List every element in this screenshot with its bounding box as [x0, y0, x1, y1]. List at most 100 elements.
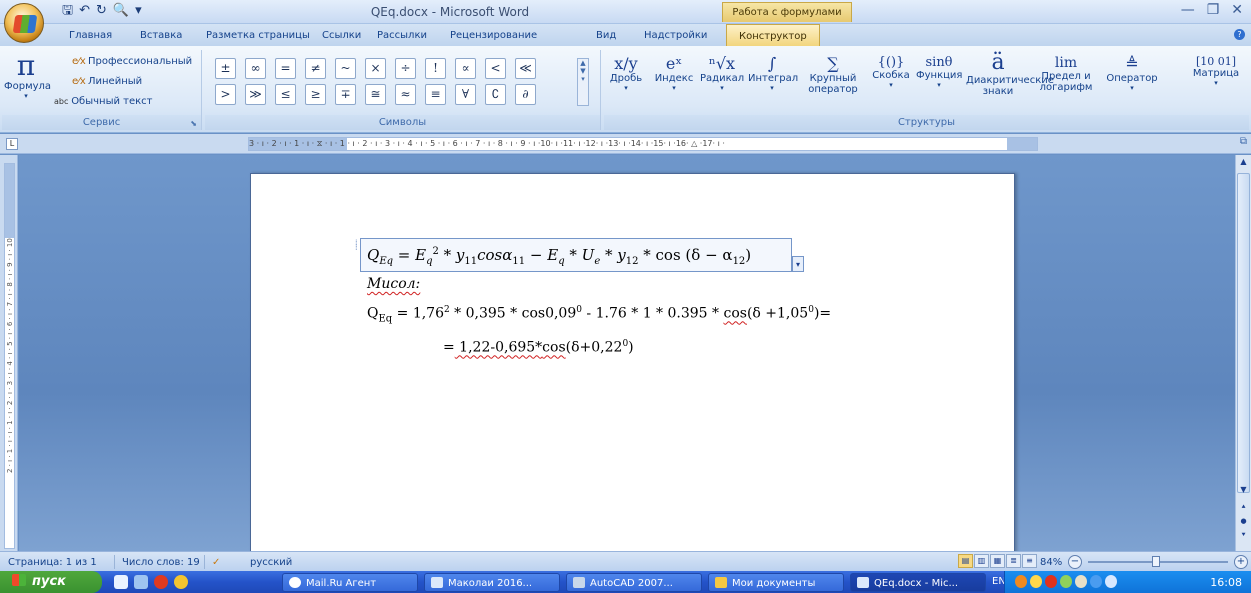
symbol-much-less-than-button[interactable]: ≪: [515, 58, 536, 79]
start-button[interactable]: пуск: [0, 571, 102, 593]
symbol-greater-equal-button[interactable]: ≥: [305, 84, 326, 105]
symbol-infinity-button[interactable]: ∞: [245, 58, 266, 79]
bracket-icon: {()}: [877, 55, 905, 70]
minimize-icon[interactable]: —: [1181, 2, 1195, 18]
symbol-minus-plus-button[interactable]: ∓: [335, 84, 356, 105]
tab-insert[interactable]: Вставка: [140, 30, 182, 41]
draft-icon[interactable]: ≡: [1022, 554, 1037, 568]
normal-text-button[interactable]: abc Обычный текст: [54, 96, 152, 107]
help-icon[interactable]: ?: [1234, 29, 1245, 40]
symbol-approx-button[interactable]: ≈: [395, 84, 416, 105]
zoom-level[interactable]: 84%: [1040, 557, 1062, 568]
operator-button[interactable]: ≜ Оператор ▾: [1104, 56, 1160, 93]
abc-icon: abc: [54, 97, 69, 106]
limit-log-button[interactable]: lim Предел и логарифм: [1036, 56, 1096, 93]
fraction-button[interactable]: x/y Дробь ▾: [608, 56, 644, 93]
symbols-gallery-scroll[interactable]: ▲ ▼ ▾: [577, 58, 589, 106]
symbol-much-greater-than-button[interactable]: ≫: [245, 84, 266, 105]
browser-icon[interactable]: [114, 575, 128, 589]
browse-object-icon[interactable]: ●: [1237, 517, 1250, 529]
close-icon[interactable]: ✕: [1231, 2, 1243, 18]
zoom-slider-thumb[interactable]: [1152, 556, 1160, 567]
radical-button[interactable]: ⁿ√x Радикал ▾: [700, 56, 744, 93]
linear-button[interactable]: e⁄x Линейный: [72, 76, 142, 87]
tab-mailings[interactable]: Рассылки: [377, 30, 427, 41]
symbol-divide-button[interactable]: ÷: [395, 58, 416, 79]
horizontal-ruler[interactable]: 3 · ı · 2 · ı · 1 · ı · ⧖ · ı · 1 · ı · …: [248, 137, 1038, 151]
symbol-plus-minus-button[interactable]: ±: [215, 58, 236, 79]
symbol-complement-button[interactable]: ∁: [485, 84, 506, 105]
matrix-button[interactable]: [10 01] Матрица ▾: [1188, 56, 1244, 87]
symbol-tilde-button[interactable]: ~: [335, 58, 356, 79]
symbol-identical-button[interactable]: ≡: [425, 84, 446, 105]
symbol-proportional-button[interactable]: ∝: [455, 58, 476, 79]
outline-icon[interactable]: ≣: [1006, 554, 1021, 568]
large-operator-button[interactable]: ∑ Крупный оператор: [804, 56, 862, 96]
tab-view[interactable]: Вид: [596, 30, 616, 41]
equation-options-button[interactable]: ▾: [792, 256, 804, 272]
tray-volume-icon[interactable]: [1060, 575, 1072, 588]
office-button[interactable]: [4, 3, 44, 43]
tab-review[interactable]: Рецензирование: [450, 30, 537, 41]
app-icon[interactable]: [174, 575, 188, 589]
next-page-icon[interactable]: ⯆: [1237, 531, 1250, 543]
opera-icon[interactable]: [154, 575, 168, 589]
zoom-in-icon[interactable]: +: [1234, 555, 1248, 569]
vertical-ruler[interactable]: 2 · ı · 1 · ı · ı · 1 · ı · 2 · ı · 3 · …: [0, 155, 18, 551]
tab-page-layout[interactable]: Разметка страницы: [206, 30, 310, 41]
taskbar-item-makolai[interactable]: Маколаи 2016...: [424, 573, 560, 592]
taskbar-item-qeq[interactable]: QEq.docx - Mic...: [850, 573, 986, 592]
tab-addins[interactable]: Надстройки: [644, 30, 707, 41]
symbol-greater-than-button[interactable]: >: [215, 84, 236, 105]
tray-network-icon[interactable]: [1075, 575, 1087, 588]
previous-page-icon[interactable]: ⯅: [1237, 503, 1250, 515]
proofing-icon[interactable]: ✓: [212, 557, 220, 568]
formula-button[interactable]: π Формула ▾: [4, 52, 51, 101]
tab-references[interactable]: Ссылки: [322, 30, 361, 41]
word-count[interactable]: Число слов: 19: [122, 557, 200, 568]
web-layout-icon[interactable]: ▦: [990, 554, 1005, 568]
tray-antivirus-icon[interactable]: [1045, 575, 1057, 588]
vertical-scrollbar[interactable]: ▲ ▼ ⯅ ● ⯆: [1235, 155, 1251, 551]
scroll-thumb[interactable]: [1237, 173, 1250, 493]
restore-icon[interactable]: ❐: [1207, 2, 1220, 18]
symbol-equals-button[interactable]: =: [275, 58, 296, 79]
tab-home[interactable]: Главная: [69, 30, 112, 41]
taskbar-item-my-documents[interactable]: Мои документы: [708, 573, 844, 592]
dialog-launcher-icon[interactable]: ⬊: [190, 119, 197, 128]
taskbar-item-autocad[interactable]: AutoCAD 2007...: [566, 573, 702, 592]
symbol-not-equal-button[interactable]: ≠: [305, 58, 326, 79]
tray-safely-remove-icon[interactable]: [1105, 575, 1117, 588]
symbol-congruent-button[interactable]: ≅: [365, 84, 386, 105]
document-page[interactable]: ⁞ ⁞ QEq = Eq2 * y11cosα11 − Eq * Ue * y12…: [250, 173, 1015, 553]
symbol-less-than-button[interactable]: <: [485, 58, 506, 79]
ribbon-tabs: Главная Вставка Разметка страницы Ссылки…: [0, 24, 1251, 46]
full-screen-reading-icon[interactable]: ▥: [974, 554, 989, 568]
symbol-times-button[interactable]: ×: [365, 58, 386, 79]
tab-selector-button[interactable]: L: [6, 138, 18, 150]
zoom-out-icon[interactable]: −: [1068, 555, 1082, 569]
tray-app-icon[interactable]: [1015, 575, 1027, 588]
tray-messenger-icon[interactable]: [1030, 575, 1042, 588]
taskbar-item-mailru[interactable]: Mail.Ru Агент: [282, 573, 418, 592]
integral-button[interactable]: ∫ Интеграл ▾: [748, 56, 798, 93]
language-indicator[interactable]: русский: [250, 557, 292, 568]
symbol-partial-button[interactable]: ∂: [515, 84, 536, 105]
tray-update-icon[interactable]: [1090, 575, 1102, 588]
equation-box[interactable]: QEq = Eq2 * y11cosα11 − Eq * Ue * y12 * …: [360, 238, 792, 272]
symbol-less-equal-button[interactable]: ≤: [275, 84, 296, 105]
symbol-for-all-button[interactable]: ∀: [455, 84, 476, 105]
function-button[interactable]: sinθ Функция ▾: [916, 56, 962, 89]
print-layout-icon[interactable]: ▤: [958, 554, 973, 568]
page-count[interactable]: Страница: 1 из 1: [8, 557, 97, 568]
professional-button[interactable]: e⁄x Профессиональный: [72, 56, 192, 67]
tab-design[interactable]: Конструктор: [726, 24, 820, 46]
view-ruler-icon[interactable]: ⧉: [1240, 136, 1247, 147]
accent-button[interactable]: ä Диакритические знаки: [966, 52, 1054, 98]
symbol-factorial-button[interactable]: !: [425, 58, 446, 79]
bracket-button[interactable]: {()} Скобка ▾: [870, 56, 912, 89]
show-desktop-icon[interactable]: [134, 575, 148, 589]
script-button[interactable]: eˣ Индекс ▾: [652, 56, 696, 93]
scroll-down-icon[interactable]: ▼: [1237, 485, 1250, 497]
scroll-up-icon[interactable]: ▲: [1237, 157, 1250, 171]
